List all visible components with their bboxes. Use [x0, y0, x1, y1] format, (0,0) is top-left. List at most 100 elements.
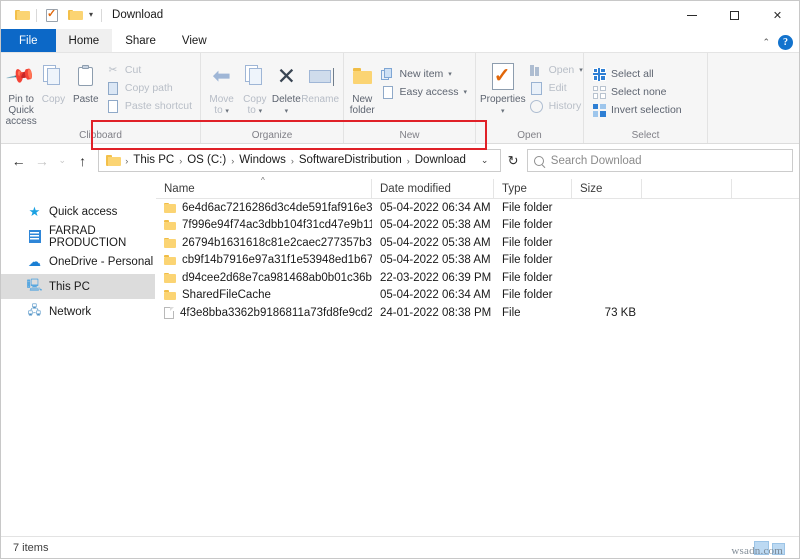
breadcrumb-item-os-c[interactable]: OS (C:) — [182, 150, 231, 171]
column-header-type[interactable]: Type — [494, 179, 572, 198]
recent-locations-chevron-down-icon[interactable]: ⌄ — [54, 149, 71, 173]
new-folder-icon — [352, 61, 372, 91]
ribbon-group-select: Select all Select none Invert selection … — [584, 53, 708, 143]
qat-new-folder-icon[interactable] — [63, 4, 85, 26]
watermark: wsadn.com — [731, 545, 783, 557]
file-icon — [164, 306, 174, 319]
properties-button[interactable]: Properties▾ — [480, 58, 526, 117]
back-button[interactable]: ← — [7, 149, 30, 173]
copy-button[interactable]: Copy — [37, 58, 69, 105]
copy-to-button[interactable]: Copy to ▾ — [238, 58, 271, 117]
new-small-commands: New item ▾ Easy access ▾ — [377, 58, 471, 100]
easy-access-label: Easy access — [399, 86, 459, 98]
search-box[interactable]: Search Download — [526, 149, 793, 172]
cell-date-modified: 22-03-2022 06:39 PM — [380, 271, 492, 284]
table-row[interactable]: 4f3e8bba3362b9186811a73fd8fe9cd283... 24… — [156, 304, 799, 322]
sidebar-item-quick-access[interactable]: ★ Quick access — [1, 199, 155, 224]
move-to-button[interactable]: ⬅ Move to ▾ — [205, 58, 238, 117]
cut-button[interactable]: ✂ Cut — [102, 62, 196, 78]
easy-access-chevron-down-icon[interactable]: ▾ — [463, 88, 467, 96]
breadcrumb-item-download[interactable]: Download — [410, 150, 471, 171]
paste-shortcut-button[interactable]: Paste shortcut — [102, 98, 196, 114]
breadcrumb-item-this-pc[interactable]: This PC — [128, 150, 179, 171]
copy-path-label: Copy path — [124, 82, 173, 94]
new-item-button[interactable]: New item ▾ — [377, 66, 471, 82]
tab-share[interactable]: Share — [112, 29, 169, 52]
open-button[interactable]: Open ▾ — [526, 62, 587, 78]
edit-label: Edit — [548, 82, 567, 94]
file-name: cb9f14b7916e97a31f1e53948ed1b67f — [182, 254, 372, 267]
cell-date-modified: 05-04-2022 06:34 AM — [380, 201, 491, 214]
tab-home[interactable]: Home — [55, 29, 113, 52]
select-none-button[interactable]: Select none — [588, 84, 686, 100]
breadcrumb-item-windows[interactable]: Windows — [234, 150, 291, 171]
collapse-ribbon-chevron-up-icon[interactable]: ⌃ — [762, 37, 770, 48]
table-row[interactable]: 26794b1631618c81e2caec277357b370 05-04-2… — [156, 234, 799, 252]
delete-label: Delete ▾ — [271, 94, 301, 115]
pin-to-quick-access-label: Pin to Quick access — [5, 94, 37, 127]
new-folder-button[interactable]: New folder — [348, 58, 377, 116]
sidebar-item-onedrive-personal[interactable]: ☁ OneDrive - Personal — [1, 249, 155, 274]
cloud-icon: ☁ — [28, 253, 41, 269]
paste-button[interactable]: Paste — [70, 58, 102, 105]
table-row[interactable]: 7f996e94f74ac3dbb104f31cd47e9b11 05-04-2… — [156, 217, 799, 235]
ribbon-group-clipboard: 📌 Pin to Quick access Copy Paste ✂ Cut C… — [1, 53, 201, 143]
column-header-size[interactable]: Size — [572, 179, 642, 198]
copy-path-button[interactable]: Copy path — [102, 80, 196, 96]
sidebar-item-network[interactable]: 🖧 Network — [1, 299, 155, 324]
close-button[interactable]: ✕ — [756, 1, 799, 29]
window-controls: ✕ — [670, 1, 799, 29]
properties-icon — [491, 61, 514, 91]
tab-view[interactable]: View — [169, 29, 220, 52]
new-item-chevron-down-icon[interactable]: ▾ — [448, 70, 452, 78]
breadcrumb-item-softwaredistribution[interactable]: SoftwareDistribution — [294, 150, 407, 171]
maximize-button[interactable] — [713, 1, 756, 29]
pin-to-quick-access-button[interactable]: 📌 Pin to Quick access — [5, 58, 37, 127]
table-row[interactable]: 6e4d6ac7216286d3c4de591faf916e37 05-04-2… — [156, 199, 799, 217]
qat-properties-icon[interactable] — [41, 4, 63, 26]
column-header-date-modified[interactable]: Date modified — [372, 179, 494, 198]
cell-type: File folder — [502, 219, 553, 232]
table-row[interactable]: cb9f14b7916e97a31f1e53948ed1b67f 05-04-2… — [156, 252, 799, 270]
forward-button[interactable]: → — [30, 149, 53, 173]
cell-name: d94cee2d68e7ca981468ab0b01c36ba3 — [156, 272, 372, 284]
open-small-commands: Open ▾ Edit History — [526, 58, 587, 114]
select-all-button[interactable]: Select all — [588, 66, 686, 82]
qat-folder-icon[interactable] — [10, 4, 32, 26]
easy-access-button[interactable]: Easy access ▾ — [377, 84, 471, 100]
history-button[interactable]: History — [526, 98, 587, 114]
up-button[interactable]: ↑ — [71, 149, 94, 173]
ribbon-group-new: New folder New item ▾ Easy access ▾ New — [344, 53, 476, 143]
help-icon[interactable]: ? — [778, 35, 793, 50]
cell-type: File — [502, 306, 521, 319]
tab-file[interactable]: File — [1, 29, 56, 52]
folder-icon — [164, 255, 176, 266]
cell-name: 7f996e94f74ac3dbb104f31cd47e9b11 — [156, 219, 372, 231]
network-icon: 🖧 — [27, 303, 42, 317]
search-input[interactable]: Search Download — [551, 155, 642, 167]
sidebar-item-this-pc[interactable]: 🖳 This PC — [1, 274, 155, 299]
rename-button[interactable]: Rename — [301, 58, 339, 105]
sidebar-item-farrad-production[interactable]: FARRAD PRODUCTION — [1, 224, 155, 249]
rename-label: Rename — [301, 94, 340, 105]
address-bar[interactable]: › This PC › OS (C:) › Windows › Software… — [98, 149, 502, 172]
address-dropdown-chevron-down-icon[interactable]: ⌄ — [471, 155, 499, 166]
file-explorer-window: ▾ Download ✕ File Home Share View ⌃ ? 📌 … — [0, 0, 800, 559]
qat-customize-chevron-down-icon[interactable]: ▾ — [85, 4, 97, 26]
select-all-label: Select all — [611, 68, 654, 80]
cell-name: SharedFileCache — [156, 289, 372, 301]
invert-selection-button[interactable]: Invert selection — [588, 102, 686, 118]
edit-button[interactable]: Edit — [526, 80, 587, 96]
copy-path-icon — [106, 81, 120, 95]
invert-selection-label: Invert selection — [611, 104, 682, 116]
minimize-button[interactable] — [670, 1, 713, 29]
table-row[interactable]: d94cee2d68e7ca981468ab0b01c36ba3 22-03-2… — [156, 269, 799, 287]
refresh-button[interactable]: ↻ — [501, 149, 524, 172]
folder-icon — [164, 290, 176, 301]
cell-date-modified: 05-04-2022 06:34 AM — [380, 289, 491, 302]
delete-button[interactable]: ✕ Delete ▾ — [271, 58, 301, 117]
column-header-extra[interactable] — [642, 179, 732, 198]
ribbon-group-label-open: Open — [517, 130, 542, 141]
title-bar: ▾ Download ✕ — [1, 1, 799, 29]
table-row[interactable]: SharedFileCache 05-04-2022 06:34 AM File… — [156, 287, 799, 305]
